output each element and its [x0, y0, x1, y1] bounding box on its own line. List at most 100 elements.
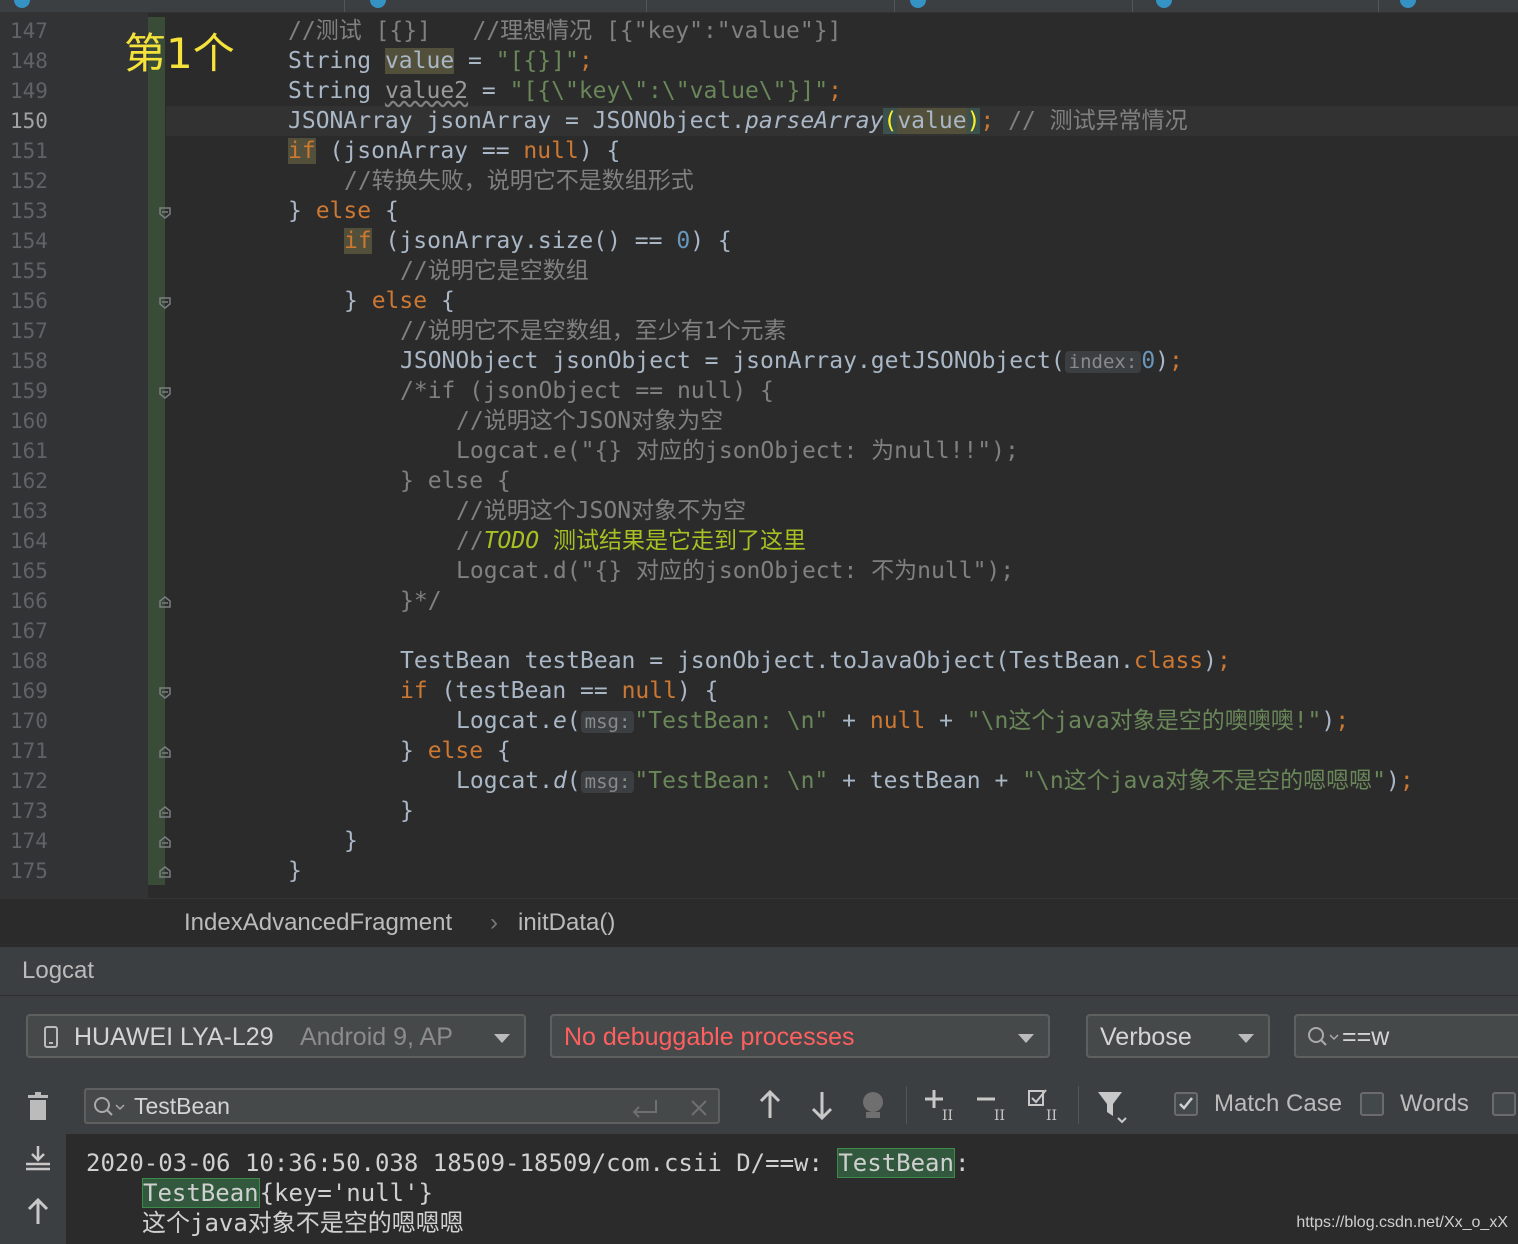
code-line[interactable]: }*/: [176, 586, 442, 616]
line-number[interactable]: 167: [10, 616, 70, 646]
code-editor[interactable]: 147 148 149 150 151 152 153 154 155 156 157 158 159 1…: [0, 0, 1518, 898]
arrow-up-icon[interactable]: [758, 1090, 782, 1120]
match-case-checkbox[interactable]: [1174, 1092, 1198, 1116]
log-level-dropdown[interactable]: Verbose: [1086, 1014, 1270, 1058]
editor-tab-strip[interactable]: [0, 0, 1518, 13]
line-number[interactable]: 171: [10, 736, 70, 766]
code-line[interactable]: } else {: [176, 286, 455, 316]
breadcrumb-class[interactable]: IndexAdvancedFragment: [184, 909, 452, 937]
fold-start-icon[interactable]: [158, 386, 172, 400]
code-line[interactable]: //说明它不是空数组，至少有1个元素: [176, 316, 787, 346]
code-line[interactable]: TestBean testBean = jsonObject.toJavaObj…: [176, 646, 1231, 676]
line-number[interactable]: 159: [10, 376, 70, 406]
code-line[interactable]: //说明它是空数组: [176, 256, 589, 286]
code-line[interactable]: Logcat.d(msg: "TestBean: \n" + testBean +…: [176, 766, 1414, 797]
code-line[interactable]: if (jsonArray.size() == 0) {: [176, 226, 732, 256]
line-number[interactable]: 157: [10, 316, 70, 346]
code-line[interactable]: Logcat.d("{} 对应的jsonObject: 不为null");: [176, 556, 1014, 586]
line-number[interactable]: 162: [10, 466, 70, 496]
line-number[interactable]: 156: [10, 286, 70, 316]
line-number[interactable]: 161: [10, 436, 70, 466]
logcat-title[interactable]: Logcat: [22, 957, 94, 985]
line-number[interactable]: 165: [10, 556, 70, 586]
code-line[interactable]: JSONObject jsonObject = jsonArray.getJSO…: [176, 346, 1183, 377]
code-line[interactable]: } else {: [176, 466, 511, 496]
code-line-current[interactable]: JSONArray jsonArray = JSONObject.parseAr…: [176, 106, 1188, 136]
enter-icon[interactable]: [630, 1098, 660, 1118]
code-line[interactable]: } else {: [176, 736, 511, 766]
fold-end-icon[interactable]: [158, 805, 172, 819]
logcat-filter-input[interactable]: TestBean: [84, 1088, 720, 1124]
code-line[interactable]: String value = "[{}]";: [176, 46, 593, 76]
device-dropdown[interactable]: HUAWEI LYA-L29 Android 9, AP: [26, 1014, 526, 1058]
keyword-class: class: [1133, 648, 1204, 674]
close-icon[interactable]: [690, 1099, 708, 1117]
match-case-label[interactable]: Match Case: [1214, 1090, 1342, 1118]
code-line[interactable]: //说明这个JSON对象为空: [176, 406, 723, 436]
words-label[interactable]: Words: [1400, 1090, 1469, 1118]
line-number[interactable]: 158: [10, 346, 70, 376]
fold-end-icon[interactable]: [158, 865, 172, 879]
line-number[interactable]: 148: [10, 46, 70, 76]
line-number[interactable]: 170: [10, 706, 70, 736]
line-number[interactable]: 168: [10, 646, 70, 676]
line-number[interactable]: 155: [10, 256, 70, 286]
words-checkbox[interactable]: [1360, 1092, 1384, 1116]
line-number[interactable]: 147: [10, 16, 70, 46]
line-number[interactable]: 166: [10, 586, 70, 616]
code-line[interactable]: } else {: [176, 196, 399, 226]
line-number[interactable]: 149: [10, 76, 70, 106]
line-number[interactable]: 151: [10, 136, 70, 166]
find-occurrences-icon[interactable]: [858, 1090, 888, 1120]
log-line[interactable]: 2020-03-06 10:36:50.038 18509-18509/com.…: [86, 1148, 969, 1178]
line-number[interactable]: 152: [10, 166, 70, 196]
fold-end-icon[interactable]: [158, 835, 172, 849]
code-line[interactable]: if (testBean == null) {: [176, 676, 719, 706]
code-line[interactable]: Logcat.e("{} 对应的jsonObject: 为null!!");: [176, 436, 1019, 466]
fold-end-icon[interactable]: [158, 206, 172, 220]
code-line[interactable]: String value2 = "[{\"key\":\"value\"}]";: [176, 76, 842, 106]
code-line[interactable]: //TODO 测试结果是它走到了这里: [176, 526, 806, 556]
line-number[interactable]: 154: [10, 226, 70, 256]
line-number[interactable]: 160: [10, 406, 70, 436]
scroll-to-end-icon[interactable]: [24, 1144, 52, 1172]
code-line[interactable]: //转换失败，说明它不是数组形式: [176, 166, 694, 196]
filter-icon[interactable]: [1096, 1090, 1130, 1124]
code-line[interactable]: }: [176, 856, 302, 886]
line-number[interactable]: 150: [10, 106, 70, 136]
fold-start-icon[interactable]: [158, 686, 172, 700]
process-dropdown[interactable]: No debuggable processes: [550, 1014, 1050, 1058]
line-number[interactable]: 153: [10, 196, 70, 226]
line-number[interactable]: 174: [10, 826, 70, 856]
tag-search-field[interactable]: ==w: [1294, 1014, 1518, 1058]
add-occurrence-icon[interactable]: II: [924, 1088, 960, 1122]
line-number[interactable]: 169: [10, 676, 70, 706]
breadcrumb-method[interactable]: initData(): [518, 909, 615, 937]
arrow-up-icon[interactable]: [26, 1198, 50, 1226]
fold-end-icon[interactable]: [158, 296, 172, 310]
code-line[interactable]: }: [176, 796, 414, 826]
breadcrumb[interactable]: IndexAdvancedFragment › initData(): [0, 898, 1518, 947]
select-all-occurrences-icon[interactable]: II: [1028, 1088, 1064, 1122]
regex-checkbox[interactable]: [1492, 1092, 1516, 1116]
fold-end-icon[interactable]: [158, 595, 172, 609]
arrow-down-icon[interactable]: [810, 1090, 834, 1120]
remove-occurrence-icon[interactable]: II: [976, 1088, 1012, 1122]
code-line[interactable]: if (jsonArray == null) {: [176, 136, 620, 166]
code-line[interactable]: Logcat.e(msg: "TestBean: \n" + null + "\n…: [176, 706, 1349, 737]
code-line[interactable]: /*if (jsonObject == null) {: [176, 376, 774, 406]
block-comment: /*if (jsonObject == null) {: [400, 378, 774, 404]
code-line[interactable]: //测试 [{}] //理想情况 [{"key":"value"}]: [176, 16, 841, 46]
log-line[interactable]: TestBean{key='null'}: [142, 1178, 433, 1208]
line-number[interactable]: 164: [10, 526, 70, 556]
log-line[interactable]: 这个java对象不是空的嗯嗯嗯: [142, 1208, 464, 1238]
line-number[interactable]: 163: [10, 496, 70, 526]
code-line[interactable]: }: [176, 826, 358, 856]
line-number[interactable]: 175: [10, 856, 70, 886]
line-number[interactable]: 173: [10, 796, 70, 826]
line-number[interactable]: 172: [10, 766, 70, 796]
trash-icon[interactable]: [26, 1092, 50, 1122]
fold-end-icon[interactable]: [158, 745, 172, 759]
keyword-null: null: [869, 708, 926, 734]
code-line[interactable]: //说明这个JSON对象不为空: [176, 496, 746, 526]
